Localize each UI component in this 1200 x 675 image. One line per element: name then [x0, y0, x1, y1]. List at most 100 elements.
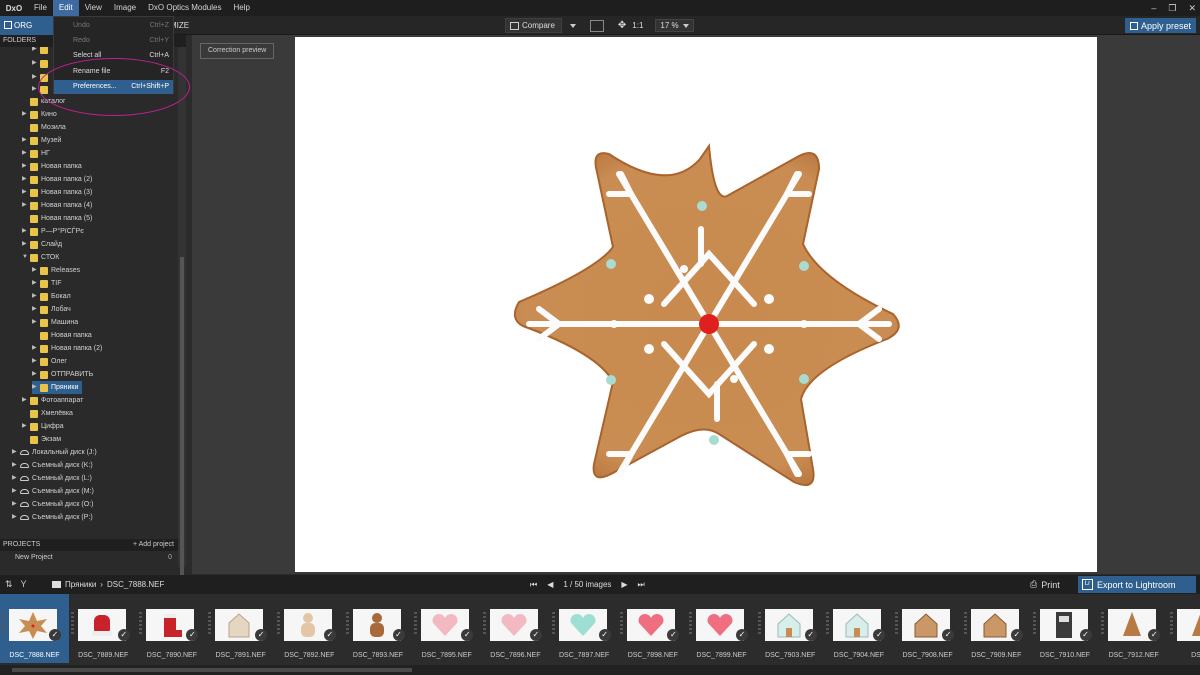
menu-edit[interactable]: Edit: [52, 0, 79, 16]
expand-arrow-icon[interactable]: ▶: [12, 446, 20, 459]
menu-help[interactable]: Help: [227, 0, 255, 16]
side-by-side-icon[interactable]: [589, 19, 604, 32]
expand-arrow-icon[interactable]: ▶: [32, 342, 40, 355]
tree-item[interactable]: ▶: [32, 57, 51, 70]
folder-tree-scrollbar[interactable]: [178, 47, 186, 577]
menu-item-preferences[interactable]: Preferences... Ctrl+Shift+P: [54, 80, 173, 94]
tree-item[interactable]: каталог: [22, 95, 66, 108]
filmstrip-thumbnail[interactable]: ✓ DSC_7899.NEF: [687, 594, 756, 663]
expand-arrow-icon[interactable]: ▶: [22, 225, 30, 238]
filmstrip-thumbnail[interactable]: ✓ DSC_7904.NEF: [824, 594, 893, 663]
filmstrip-thumbnail[interactable]: ✓ DSC_7895.NEF: [412, 594, 481, 663]
tree-item[interactable]: ▶ Бокал: [32, 290, 71, 303]
expand-arrow-icon[interactable]: ▶: [12, 485, 20, 498]
main-photo[interactable]: [295, 37, 1097, 572]
tree-item[interactable]: ▶ Фотоаппарат: [22, 394, 83, 407]
tree-item[interactable]: ▶ ОТПРАВИТЬ: [32, 368, 93, 381]
expand-arrow-icon[interactable]: ▶: [32, 316, 40, 329]
expand-arrow-icon[interactable]: ▶: [22, 147, 30, 160]
tree-item[interactable]: ▶ Новая папка (2): [22, 173, 92, 186]
tree-item[interactable]: Мозила: [22, 121, 66, 134]
expand-arrow-icon[interactable]: ▶: [32, 368, 40, 381]
filmstrip-thumbnail[interactable]: ✓ DSC_7892.NEF: [275, 594, 344, 663]
menu-dxo-optics-modules[interactable]: DxO Optics Modules: [142, 0, 227, 16]
expand-arrow-icon[interactable]: ▶: [22, 420, 30, 433]
tree-item[interactable]: ▶: [32, 83, 51, 96]
last-image-icon[interactable]: ⏭: [638, 580, 645, 590]
expand-arrow-icon[interactable]: ▶: [32, 83, 40, 96]
expand-arrow-icon[interactable]: ▶: [32, 264, 40, 277]
filmstrip-thumbnail[interactable]: ✓ DSC_7893.NEF: [344, 594, 413, 663]
tree-item[interactable]: ▶ Съемный диск (O:): [12, 498, 93, 511]
tree-item[interactable]: ▶ Пряники: [32, 381, 82, 394]
expand-arrow-icon[interactable]: ▶: [22, 160, 30, 173]
tree-item[interactable]: ▼ СТОК: [22, 251, 59, 264]
menu-view[interactable]: View: [79, 0, 108, 16]
filmstrip-thumbnail[interactable]: ✓ DSC_7898.NEF: [618, 594, 687, 663]
tree-item[interactable]: ▶ Локальный диск (J:): [12, 446, 97, 459]
expand-arrow-icon[interactable]: ▶: [12, 498, 20, 511]
zoom-one-to-one-button[interactable]: 1:1: [632, 21, 643, 30]
tree-item[interactable]: ▶ Съемный диск (M:): [12, 485, 94, 498]
tree-item[interactable]: ▶ Олег: [32, 355, 67, 368]
tree-item[interactable]: ▶ Новая папка (4): [22, 199, 92, 212]
expanded-arrow-icon[interactable]: ▼: [22, 251, 30, 264]
expand-arrow-icon[interactable]: ▶: [22, 238, 30, 251]
project-item[interactable]: New Project 0: [0, 552, 178, 564]
tree-item[interactable]: Новая папка: [32, 329, 92, 342]
expand-arrow-icon[interactable]: ▶: [22, 108, 30, 121]
filmstrip-thumbnail[interactable]: ✓ DSC_7903.NEF: [756, 594, 825, 663]
menu-item-redo[interactable]: Redo Ctrl+Y: [54, 34, 173, 48]
menu-item-rename-file[interactable]: Rename file F2: [54, 65, 173, 79]
filmstrip-thumbnail[interactable]: ✓DSC_7: [1168, 594, 1200, 663]
next-image-icon[interactable]: ▶: [621, 580, 627, 589]
filmstrip-thumbnail[interactable]: ✓ DSC_7891.NEF: [206, 594, 275, 663]
tree-item[interactable]: ▶ Новая папка (2): [32, 342, 102, 355]
tree-item[interactable]: ▶ Р—Р°РїСЃРє: [22, 225, 84, 238]
tree-item[interactable]: ▶ Съемный диск (L:): [12, 472, 92, 485]
filmstrip-thumbnail[interactable]: ✓ DSC_7896.NEF: [481, 594, 550, 663]
expand-arrow-icon[interactable]: ▶: [32, 47, 40, 56]
tree-item[interactable]: ▶: [32, 47, 51, 56]
tree-item[interactable]: ▶ Новая папка (3): [22, 186, 92, 199]
filmstrip-thumbnail[interactable]: ✓ DSC_7909.NEF: [962, 594, 1031, 663]
filter-icon[interactable]: Y: [21, 579, 27, 590]
expand-arrow-icon[interactable]: ▶: [22, 173, 30, 186]
prev-image-icon[interactable]: ◀: [547, 580, 553, 589]
first-image-icon[interactable]: ⏮: [530, 580, 537, 590]
expand-arrow-icon[interactable]: ▶: [12, 511, 20, 524]
print-button[interactable]: ⎙ Print: [1030, 578, 1060, 591]
filmstrip-thumbnail[interactable]: ✓ DSC_7888.NEF: [0, 594, 69, 663]
menu-item-undo[interactable]: Undo Ctrl+Z: [54, 19, 173, 33]
compare-dropdown-icon[interactable]: [569, 23, 576, 28]
tree-item[interactable]: ▶ Съемный диск (P:): [12, 511, 93, 524]
compare-button[interactable]: Compare: [505, 18, 562, 33]
filmstrip-thumbnail[interactable]: ✓ DSC_7908.NEF: [893, 594, 962, 663]
filmstrip-thumbnail[interactable]: ✓ DSC_7910.NEF: [1031, 594, 1100, 663]
menu-image[interactable]: Image: [108, 0, 142, 16]
expand-arrow-icon[interactable]: ▶: [22, 134, 30, 147]
expand-arrow-icon[interactable]: ▶: [12, 472, 20, 485]
expand-arrow-icon[interactable]: ▶: [22, 199, 30, 212]
tree-item[interactable]: Экзам: [22, 433, 61, 446]
expand-arrow-icon[interactable]: ▶: [32, 381, 40, 394]
tree-item[interactable]: ▶ Музей: [22, 134, 61, 147]
filmstrip-thumbnail[interactable]: ✓ DSC_7897.NEF: [550, 594, 619, 663]
export-to-lightroom-button[interactable]: Lr Export to Lightroom: [1078, 576, 1196, 593]
tree-item[interactable]: Хмелёвка: [22, 407, 73, 420]
close-icon[interactable]: ✕: [1188, 3, 1196, 14]
expand-arrow-icon[interactable]: ▶: [32, 355, 40, 368]
menu-file[interactable]: File: [28, 0, 53, 16]
expand-arrow-icon[interactable]: ▶: [22, 186, 30, 199]
tree-item[interactable]: ▶ Новая папка: [22, 160, 82, 173]
menu-item-select-all[interactable]: Select all Ctrl+A: [54, 49, 173, 63]
expand-arrow-icon[interactable]: ▶: [22, 394, 30, 407]
minimize-icon[interactable]: ‒: [1151, 3, 1156, 13]
correction-preview-button[interactable]: Correction preview: [200, 43, 275, 59]
filmstrip-thumbnail[interactable]: ✓ DSC_7912.NEF: [1099, 594, 1168, 663]
tree-item[interactable]: ▶ Машина: [32, 316, 78, 329]
breadcrumb-folder[interactable]: Пряники: [65, 580, 96, 589]
tree-item[interactable]: ▶ Лобач: [32, 303, 71, 316]
filmstrip-thumbnail[interactable]: ✓ DSC_7889.NEF: [69, 594, 138, 663]
filmstrip-thumbnail[interactable]: ✓ DSC_7890.NEF: [137, 594, 206, 663]
